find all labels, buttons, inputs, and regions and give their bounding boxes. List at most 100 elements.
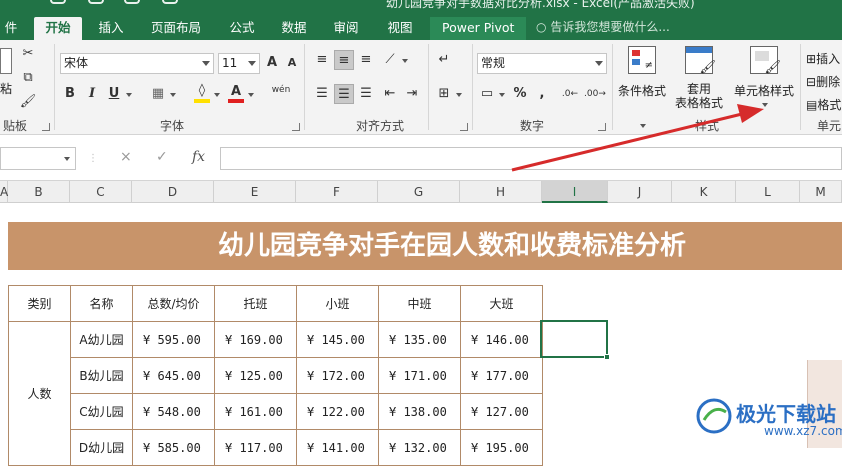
- chevron-down-icon[interactable]: [762, 103, 768, 107]
- format-painter-icon[interactable]: 🖌: [18, 92, 38, 112]
- clipboard-launcher-icon[interactable]: [42, 123, 50, 131]
- sheet-title-banner[interactable]: 幼儿园竞争对手在园人数和收费标准分析: [8, 222, 842, 270]
- increase-indent-icon[interactable]: ⇥: [402, 84, 422, 104]
- name-cell[interactable]: C幼儿园: [70, 393, 133, 430]
- column-header-a[interactable]: A: [0, 181, 8, 203]
- font-size-select[interactable]: 11: [218, 53, 260, 74]
- chevron-down-icon[interactable]: [640, 124, 646, 128]
- font-color-icon[interactable]: A: [226, 84, 246, 104]
- undo-icon[interactable]: [88, 0, 104, 4]
- table-header-cell[interactable]: 中班: [378, 285, 461, 322]
- align-middle-icon[interactable]: ≡: [334, 50, 354, 70]
- value-cell[interactable]: ¥ 145.00: [296, 321, 379, 358]
- align-center-icon[interactable]: ☰: [334, 84, 354, 104]
- format-as-table-button[interactable]: 🖌 套用 表格格式: [668, 46, 730, 110]
- fill-color-icon[interactable]: ◊: [192, 84, 212, 104]
- value-cell[interactable]: ¥ 146.00: [460, 321, 543, 358]
- italic-button[interactable]: I: [82, 84, 102, 104]
- insert-cells-button[interactable]: ⊞插入: [806, 50, 840, 67]
- enter-icon[interactable]: ✓: [156, 149, 168, 165]
- phonetic-guide-icon[interactable]: wén: [268, 84, 294, 104]
- tab-view[interactable]: 视图: [378, 17, 422, 40]
- chevron-down-icon[interactable]: [456, 93, 462, 97]
- active-cell-selection[interactable]: [540, 320, 610, 360]
- table-header-cell[interactable]: 大班: [460, 285, 543, 322]
- alignment-launcher-icon[interactable]: [460, 123, 468, 131]
- delete-cells-button[interactable]: ⊟删除: [806, 73, 840, 90]
- tab-page-layout[interactable]: 页面布局: [141, 17, 211, 40]
- align-bottom-icon[interactable]: ≡: [356, 50, 376, 70]
- paste-icon[interactable]: [0, 48, 12, 74]
- borders-icon[interactable]: ▦: [148, 84, 168, 104]
- value-cell[interactable]: ¥ 169.00: [214, 321, 297, 358]
- wrap-text-icon[interactable]: ↵: [434, 50, 454, 70]
- value-cell[interactable]: ¥ 138.00: [378, 393, 461, 430]
- category-cell[interactable]: 人数: [8, 321, 71, 466]
- percent-button[interactable]: %: [510, 84, 530, 104]
- value-cell[interactable]: ¥ 177.00: [460, 357, 543, 394]
- column-header-d[interactable]: D: [132, 181, 214, 203]
- customize-icon[interactable]: [162, 0, 178, 4]
- number-launcher-icon[interactable]: [598, 123, 606, 131]
- insert-function-icon[interactable]: fx: [192, 149, 205, 165]
- tab-power-pivot[interactable]: Power Pivot: [430, 17, 527, 40]
- tab-data[interactable]: 数据: [272, 17, 316, 40]
- value-cell[interactable]: ¥ 172.00: [296, 357, 379, 394]
- chevron-down-icon[interactable]: [248, 93, 254, 97]
- conditional-formatting-button[interactable]: ≠ 条件格式: [616, 46, 668, 99]
- redo-icon[interactable]: [124, 0, 140, 4]
- bold-button[interactable]: B: [60, 84, 80, 104]
- decrease-decimal-icon[interactable]: .00→: [584, 84, 606, 104]
- column-header-m[interactable]: M: [800, 181, 842, 203]
- merge-center-icon[interactable]: ⊞: [434, 84, 454, 104]
- accounting-format-icon[interactable]: ▭: [477, 84, 497, 104]
- comma-button[interactable]: ,: [532, 84, 552, 104]
- orientation-icon[interactable]: ⟋: [380, 50, 400, 70]
- table-header-cell[interactable]: 类别: [8, 285, 71, 322]
- cell-styles-button[interactable]: 🖌 单元格样式: [732, 46, 796, 99]
- chevron-down-icon[interactable]: [499, 93, 505, 97]
- value-cell[interactable]: ¥ 122.00: [296, 393, 379, 430]
- value-cell[interactable]: ¥ 645.00: [132, 357, 215, 394]
- name-cell[interactable]: A幼儿园: [70, 321, 133, 358]
- tab-file[interactable]: 件: [0, 17, 22, 40]
- value-cell[interactable]: ¥ 595.00: [132, 321, 215, 358]
- tell-me[interactable]: ○ 告诉我您想要做什么...: [536, 17, 670, 40]
- cut-icon[interactable]: ✂: [18, 44, 38, 64]
- number-format-select[interactable]: 常规: [477, 53, 607, 74]
- formula-input[interactable]: [220, 147, 842, 170]
- column-header-k[interactable]: K: [672, 181, 736, 203]
- value-cell[interactable]: ¥ 161.00: [214, 393, 297, 430]
- column-header-f[interactable]: F: [296, 181, 378, 203]
- tab-home[interactable]: 开始: [34, 17, 82, 40]
- tab-formulas[interactable]: 公式: [220, 17, 264, 40]
- column-header-j[interactable]: J: [608, 181, 672, 203]
- chevron-down-icon[interactable]: [170, 93, 176, 97]
- value-cell[interactable]: ¥ 548.00: [132, 393, 215, 430]
- grow-font-button[interactable]: A: [262, 53, 282, 73]
- shrink-font-button[interactable]: A: [282, 53, 302, 73]
- format-cells-button[interactable]: ▤格式: [806, 96, 841, 113]
- save-icon[interactable]: [50, 0, 66, 4]
- chevron-down-icon[interactable]: [402, 59, 408, 63]
- align-top-icon[interactable]: ≡: [312, 50, 332, 70]
- copy-icon[interactable]: ⧉: [18, 68, 38, 88]
- column-header-b[interactable]: B: [8, 181, 70, 203]
- value-cell[interactable]: ¥ 125.00: [214, 357, 297, 394]
- cancel-icon[interactable]: ×: [120, 149, 132, 165]
- tab-review[interactable]: 审阅: [324, 17, 368, 40]
- value-cell[interactable]: ¥ 127.00: [460, 393, 543, 430]
- table-header-cell[interactable]: 小班: [296, 285, 379, 322]
- table-header-cell[interactable]: 托班: [214, 285, 297, 322]
- column-header-i[interactable]: I: [542, 181, 608, 203]
- column-header-h[interactable]: H: [460, 181, 542, 203]
- column-header-l[interactable]: L: [736, 181, 800, 203]
- column-header-c[interactable]: C: [70, 181, 132, 203]
- column-header-e[interactable]: E: [214, 181, 296, 203]
- align-right-icon[interactable]: ☰: [356, 84, 376, 104]
- chevron-down-icon[interactable]: [214, 93, 220, 97]
- increase-decimal-icon[interactable]: .0←: [560, 84, 580, 104]
- column-header-g[interactable]: G: [378, 181, 460, 203]
- decrease-indent-icon[interactable]: ⇤: [380, 84, 400, 104]
- font-launcher-icon[interactable]: [292, 123, 300, 131]
